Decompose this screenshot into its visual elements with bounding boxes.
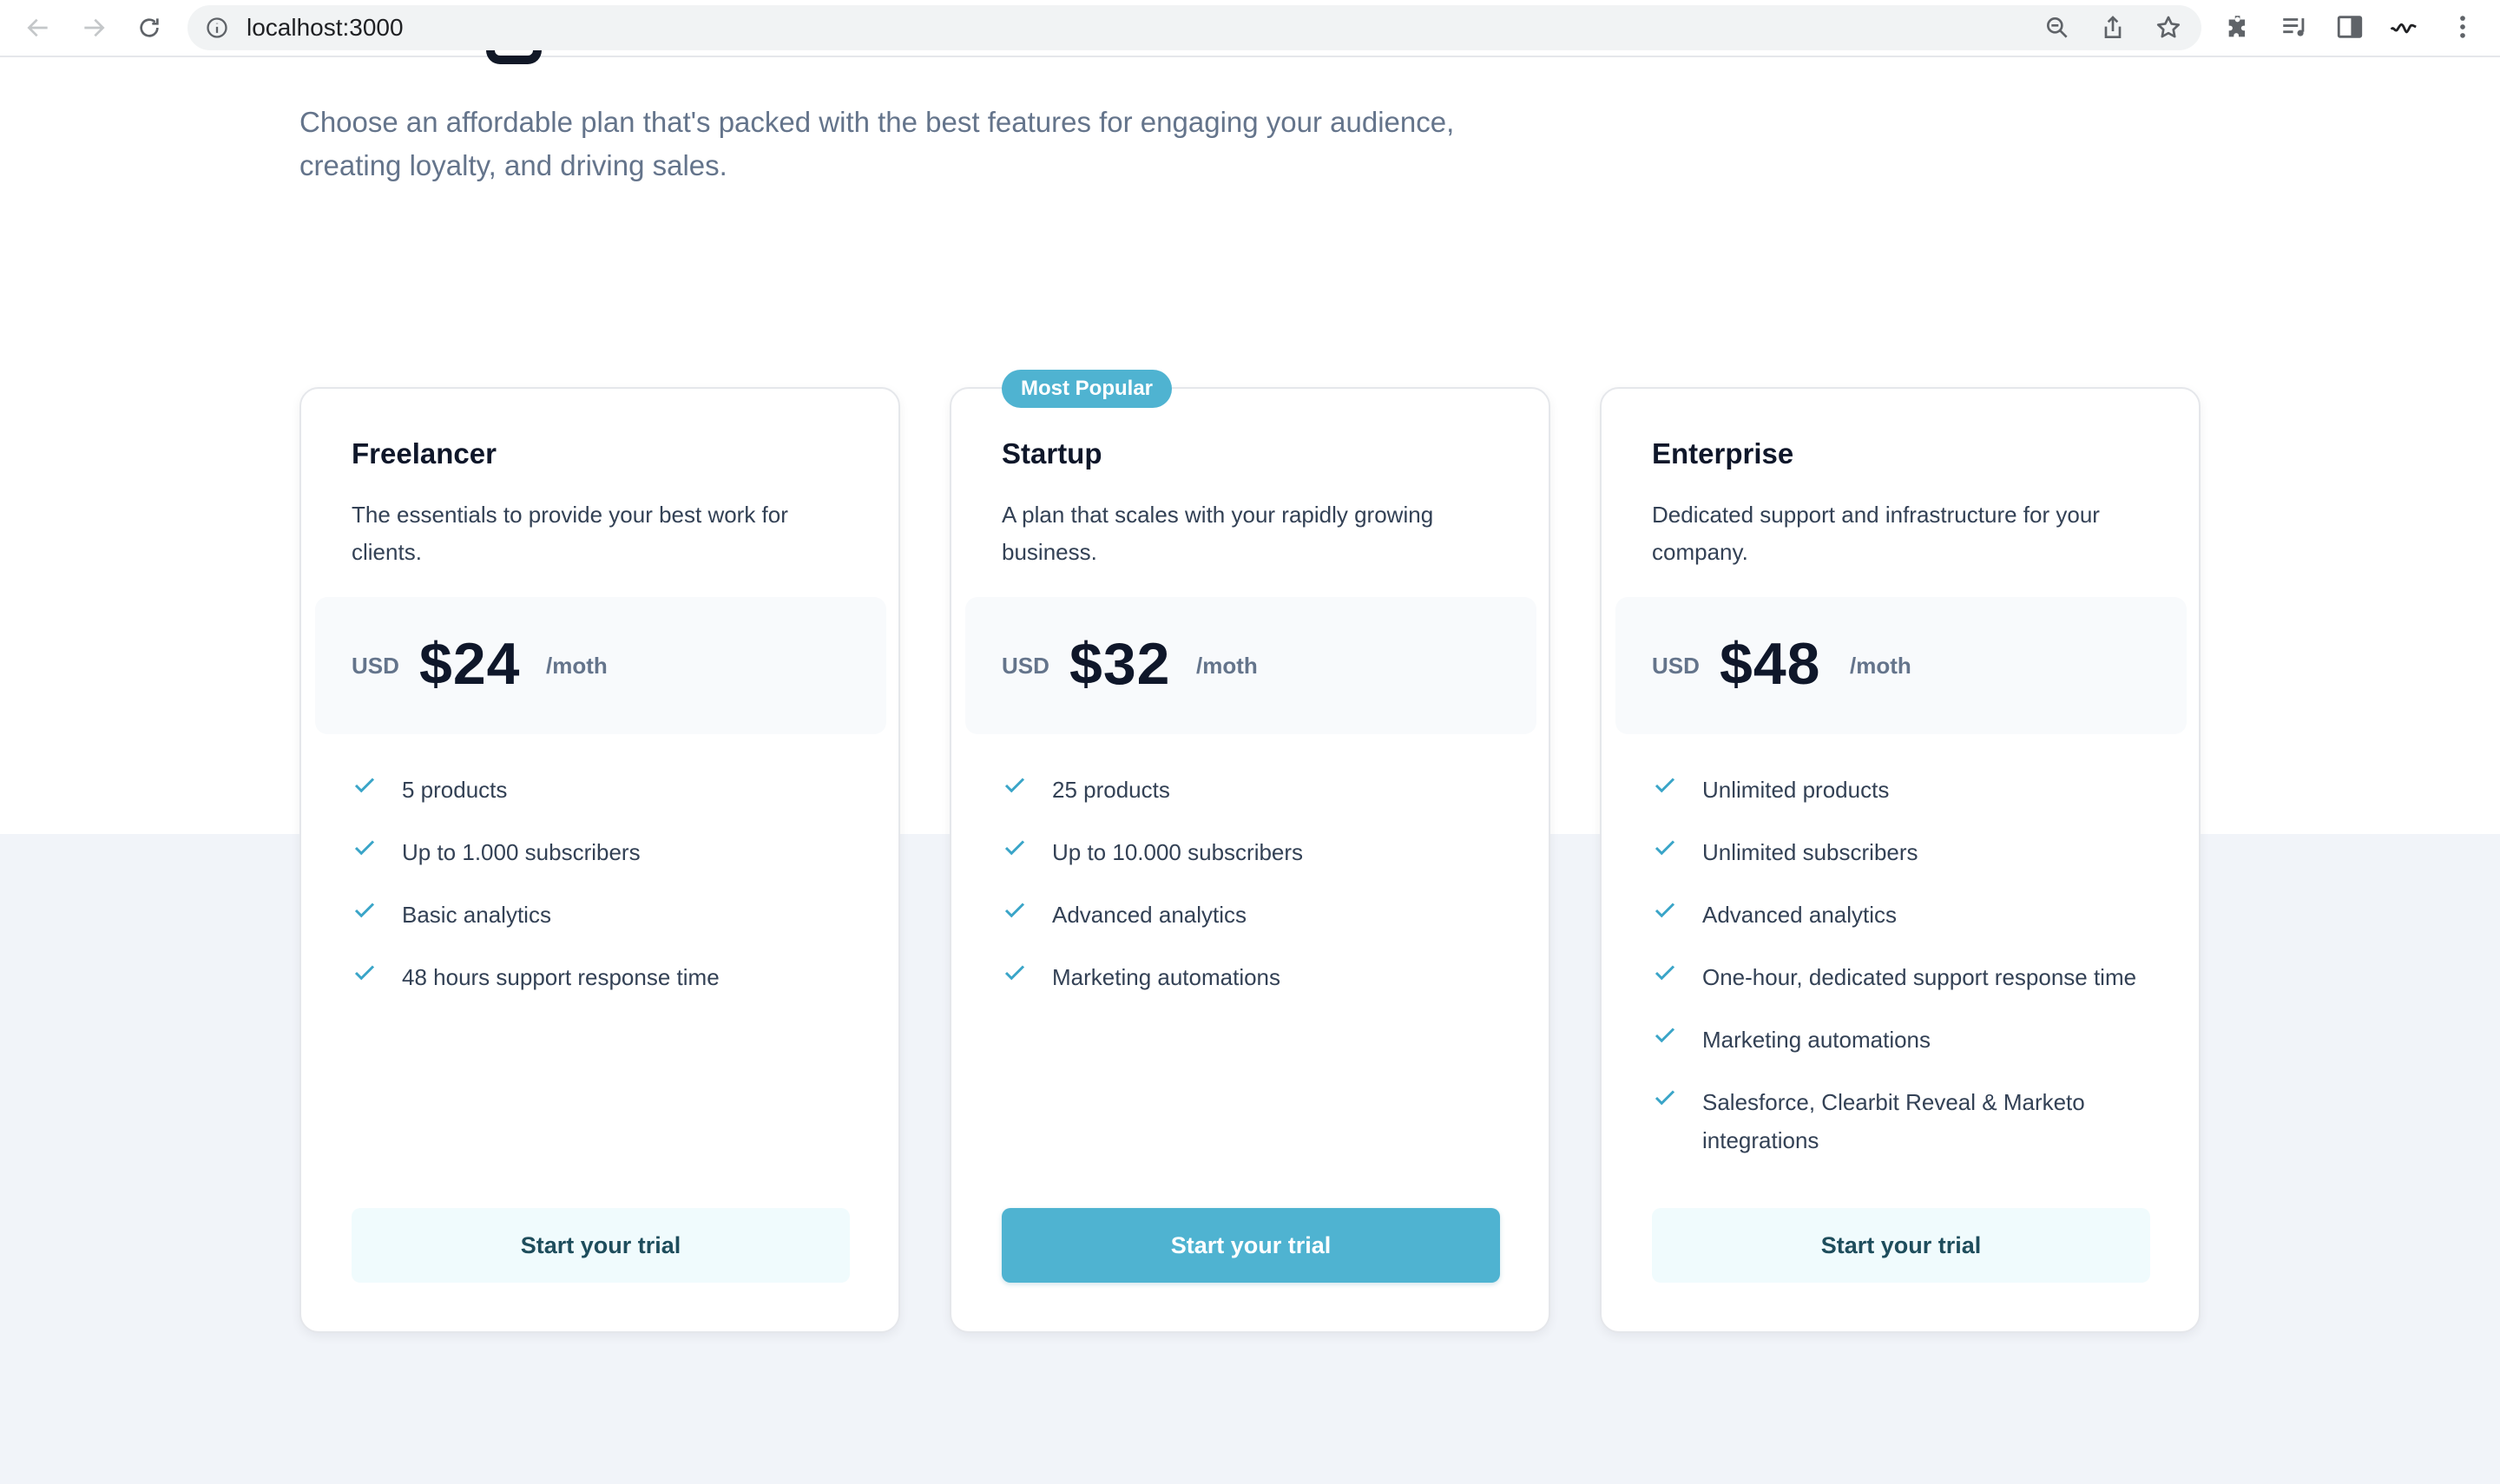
- arrow-left-icon: [27, 18, 48, 37]
- check-icon: [1655, 778, 1675, 793]
- back-button[interactable]: [21, 10, 56, 45]
- price-currency: USD: [1652, 653, 1700, 679]
- feature-text: Basic analytics: [402, 902, 551, 928]
- check-icon: [1004, 965, 1025, 981]
- feature-item: Advanced analytics: [1002, 896, 1523, 934]
- price-amount: $24: [419, 631, 521, 697]
- check-icon: [1655, 1090, 1675, 1106]
- browser-toolbar: localhost:3000: [0, 0, 2500, 57]
- plan-description: A plan that scales with your rapidly gro…: [1002, 502, 1434, 565]
- feature-text: Up to 10.000 subscribers: [1052, 839, 1304, 865]
- check-icon: [354, 840, 375, 856]
- feature-text: Advanced analytics: [1702, 902, 1898, 928]
- price-period: /moth: [1850, 653, 1911, 679]
- feature-text: Unlimited products: [1702, 777, 1890, 803]
- plan-description: Dedicated support and infrastructure for…: [1652, 502, 2100, 565]
- address-bar[interactable]: localhost:3000: [188, 5, 2201, 50]
- price-period: /moth: [546, 653, 608, 679]
- feature-item: Unlimited products: [1652, 771, 2173, 809]
- feature-text: 25 products: [1052, 777, 1170, 803]
- plan-description: The essentials to provide your best work…: [352, 502, 788, 565]
- feature-item: Up to 10.000 subscribers: [1002, 833, 1523, 871]
- reload-button[interactable]: [132, 10, 167, 45]
- arrow-right-icon: [84, 18, 105, 37]
- feature-item: Unlimited subscribers: [1652, 833, 2173, 871]
- start-trial-button[interactable]: Start your trial: [1652, 1208, 2150, 1283]
- feature-item: 5 products: [352, 771, 872, 809]
- feature-text: Unlimited subscribers: [1702, 839, 1918, 865]
- start-trial-button[interactable]: Start your trial: [352, 1208, 850, 1283]
- extension-wave-icon[interactable]: [2389, 12, 2418, 42]
- zoom-icon[interactable]: [2043, 14, 2071, 42]
- check-icon: [1655, 903, 1675, 918]
- url-text[interactable]: localhost:3000: [247, 5, 404, 50]
- plan-card-freelancer: Freelancer The essentials to provide you…: [299, 387, 900, 1333]
- check-icon: [1655, 965, 1675, 981]
- feature-item: Advanced analytics: [1652, 896, 2173, 934]
- feature-text: Up to 1.000 subscribers: [402, 839, 641, 865]
- check-icon: [354, 903, 375, 918]
- check-icon: [354, 965, 375, 981]
- most-popular-badge: Most Popular: [1002, 370, 1173, 408]
- star-icon[interactable]: [2155, 14, 2182, 42]
- page-content: Choose an affordable plan that's packed …: [0, 50, 2500, 1484]
- feature-text: Marketing automations: [1052, 964, 1281, 990]
- share-icon[interactable]: [2099, 14, 2127, 42]
- plan-name: Startup: [1002, 437, 1102, 469]
- price-box: USD $24 /moth: [315, 597, 886, 734]
- menu-dots-icon[interactable]: [2448, 12, 2477, 42]
- feature-item: Salesforce, Clearbit Reveal & Marketo in…: [1652, 1083, 2173, 1159]
- check-icon: [1004, 840, 1025, 856]
- reading-list-icon[interactable]: [2280, 12, 2309, 42]
- feature-text: 48 hours support response time: [402, 964, 720, 990]
- price-box: USD $48 /moth: [1615, 597, 2187, 734]
- price-period: /moth: [1196, 653, 1258, 679]
- plan-name: Enterprise: [1652, 437, 1794, 469]
- check-icon: [1655, 840, 1675, 856]
- forward-button[interactable]: [76, 10, 111, 45]
- feature-item: 48 hours support response time: [352, 958, 872, 996]
- feature-text: Marketing automations: [1702, 1027, 1931, 1053]
- page-title-clipped: [486, 50, 542, 64]
- feature-item: Basic analytics: [352, 896, 872, 934]
- check-icon: [1004, 903, 1025, 918]
- start-trial-button[interactable]: Start your trial: [1002, 1208, 1500, 1283]
- plan-card-startup: Most Popular Startup A plan that scales …: [950, 370, 1550, 1333]
- feature-list: 5 products Up to 1.000 subscribers Basic…: [352, 771, 872, 1021]
- extensions-icon[interactable]: [2224, 12, 2253, 42]
- price-currency: USD: [1002, 653, 1049, 679]
- price-amount: $48: [1720, 631, 1821, 697]
- reload-icon: [140, 18, 159, 37]
- feature-list: 25 products Up to 10.000 subscribers Adv…: [1002, 771, 1523, 1021]
- feature-text: Salesforce, Clearbit Reveal & Marketo in…: [1702, 1089, 2085, 1153]
- feature-item: One-hour, dedicated support response tim…: [1652, 958, 2173, 996]
- feature-item: 25 products: [1002, 771, 1523, 809]
- check-icon: [1004, 778, 1025, 793]
- feature-text: 5 products: [402, 777, 508, 803]
- side-panel-icon[interactable]: [2335, 12, 2365, 42]
- plan-name: Freelancer: [352, 437, 497, 469]
- feature-text: Advanced analytics: [1052, 902, 1247, 928]
- check-icon: [354, 778, 375, 793]
- feature-text: One-hour, dedicated support response tim…: [1702, 964, 2137, 990]
- info-icon[interactable]: [205, 16, 229, 40]
- pricing-lead-text: Choose an affordable plan that's packed …: [299, 106, 1455, 181]
- price-currency: USD: [352, 653, 399, 679]
- price-box: USD $32 /moth: [965, 597, 1536, 734]
- feature-list: Unlimited products Unlimited subscribers…: [1652, 771, 2173, 1184]
- price-amount: $32: [1069, 631, 1171, 697]
- check-icon: [1655, 1028, 1675, 1043]
- feature-item: Up to 1.000 subscribers: [352, 833, 872, 871]
- feature-item: Marketing automations: [1002, 958, 1523, 996]
- feature-item: Marketing automations: [1652, 1021, 2173, 1059]
- plan-card-enterprise: Enterprise Dedicated support and infrast…: [1600, 387, 2201, 1333]
